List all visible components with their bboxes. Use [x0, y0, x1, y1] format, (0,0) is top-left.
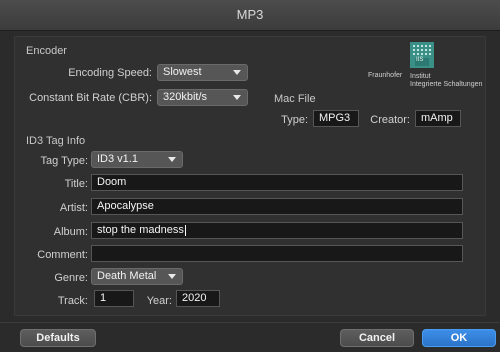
- fraunhofer-logo-icon: [410, 42, 434, 68]
- encoding-speed-label: Encoding Speed:: [68, 67, 152, 79]
- footer-divider: [0, 322, 500, 323]
- type-field[interactable]: MPG3: [313, 110, 359, 127]
- ok-button[interactable]: OK: [422, 329, 496, 347]
- id3-section-label: ID3 Tag Info: [26, 135, 86, 147]
- bitrate-label: Constant Bit Rate (CBR):: [29, 92, 152, 104]
- album-field[interactable]: stop the madness: [91, 222, 463, 239]
- encoder-section-label: Encoder: [26, 45, 67, 57]
- genre-label: Genre:: [54, 272, 88, 284]
- text-caret: [184, 224, 186, 236]
- mac-file-section-label: Mac File: [274, 93, 316, 105]
- bitrate-value: 320kbit/s: [163, 91, 208, 103]
- chevron-down-icon: [168, 157, 176, 162]
- defaults-button[interactable]: Defaults: [20, 329, 96, 347]
- window-title: MP3: [0, 0, 500, 31]
- comment-field[interactable]: [91, 245, 463, 262]
- year-label: Year:: [146, 295, 172, 307]
- title-label: Title:: [64, 178, 88, 190]
- artist-label: Artist:: [59, 202, 88, 214]
- title-field[interactable]: Doom: [91, 174, 463, 191]
- logo-line2: Integrierte Schaltungen: [410, 81, 483, 88]
- tag-type-value: ID3 v1.1: [97, 153, 138, 165]
- encoding-speed-value: Slowest: [163, 66, 202, 78]
- mp3-dialog: MP3 Encoder Encoding Speed: Slowest Cons…: [0, 0, 500, 352]
- creator-field[interactable]: mAmp: [415, 110, 461, 127]
- album-label: Album:: [53, 226, 88, 238]
- type-label: Type:: [281, 114, 308, 126]
- logo-line1: Institut: [410, 73, 431, 80]
- year-field[interactable]: 2020: [176, 290, 220, 307]
- genre-select[interactable]: Death Metal: [91, 268, 183, 285]
- bitrate-select[interactable]: 320kbit/s: [157, 89, 248, 106]
- creator-label: Creator:: [370, 114, 410, 126]
- logo-badge: IIS: [416, 57, 424, 63]
- tag-type-select[interactable]: ID3 v1.1: [91, 151, 183, 168]
- encoding-speed-select[interactable]: Slowest: [157, 64, 248, 81]
- album-value: stop the madness: [97, 224, 184, 236]
- cancel-button[interactable]: Cancel: [340, 329, 414, 347]
- chevron-down-icon: [168, 274, 176, 279]
- chevron-down-icon: [233, 70, 241, 75]
- chevron-down-icon: [233, 95, 241, 100]
- logo-brand: Fraunhofer: [368, 72, 403, 79]
- track-field[interactable]: 1: [94, 290, 134, 307]
- track-label: Track:: [57, 295, 88, 307]
- comment-label: Comment:: [37, 249, 88, 261]
- artist-field[interactable]: Apocalypse: [91, 198, 463, 215]
- genre-value: Death Metal: [97, 270, 157, 282]
- tag-type-label: Tag Type:: [40, 155, 89, 167]
